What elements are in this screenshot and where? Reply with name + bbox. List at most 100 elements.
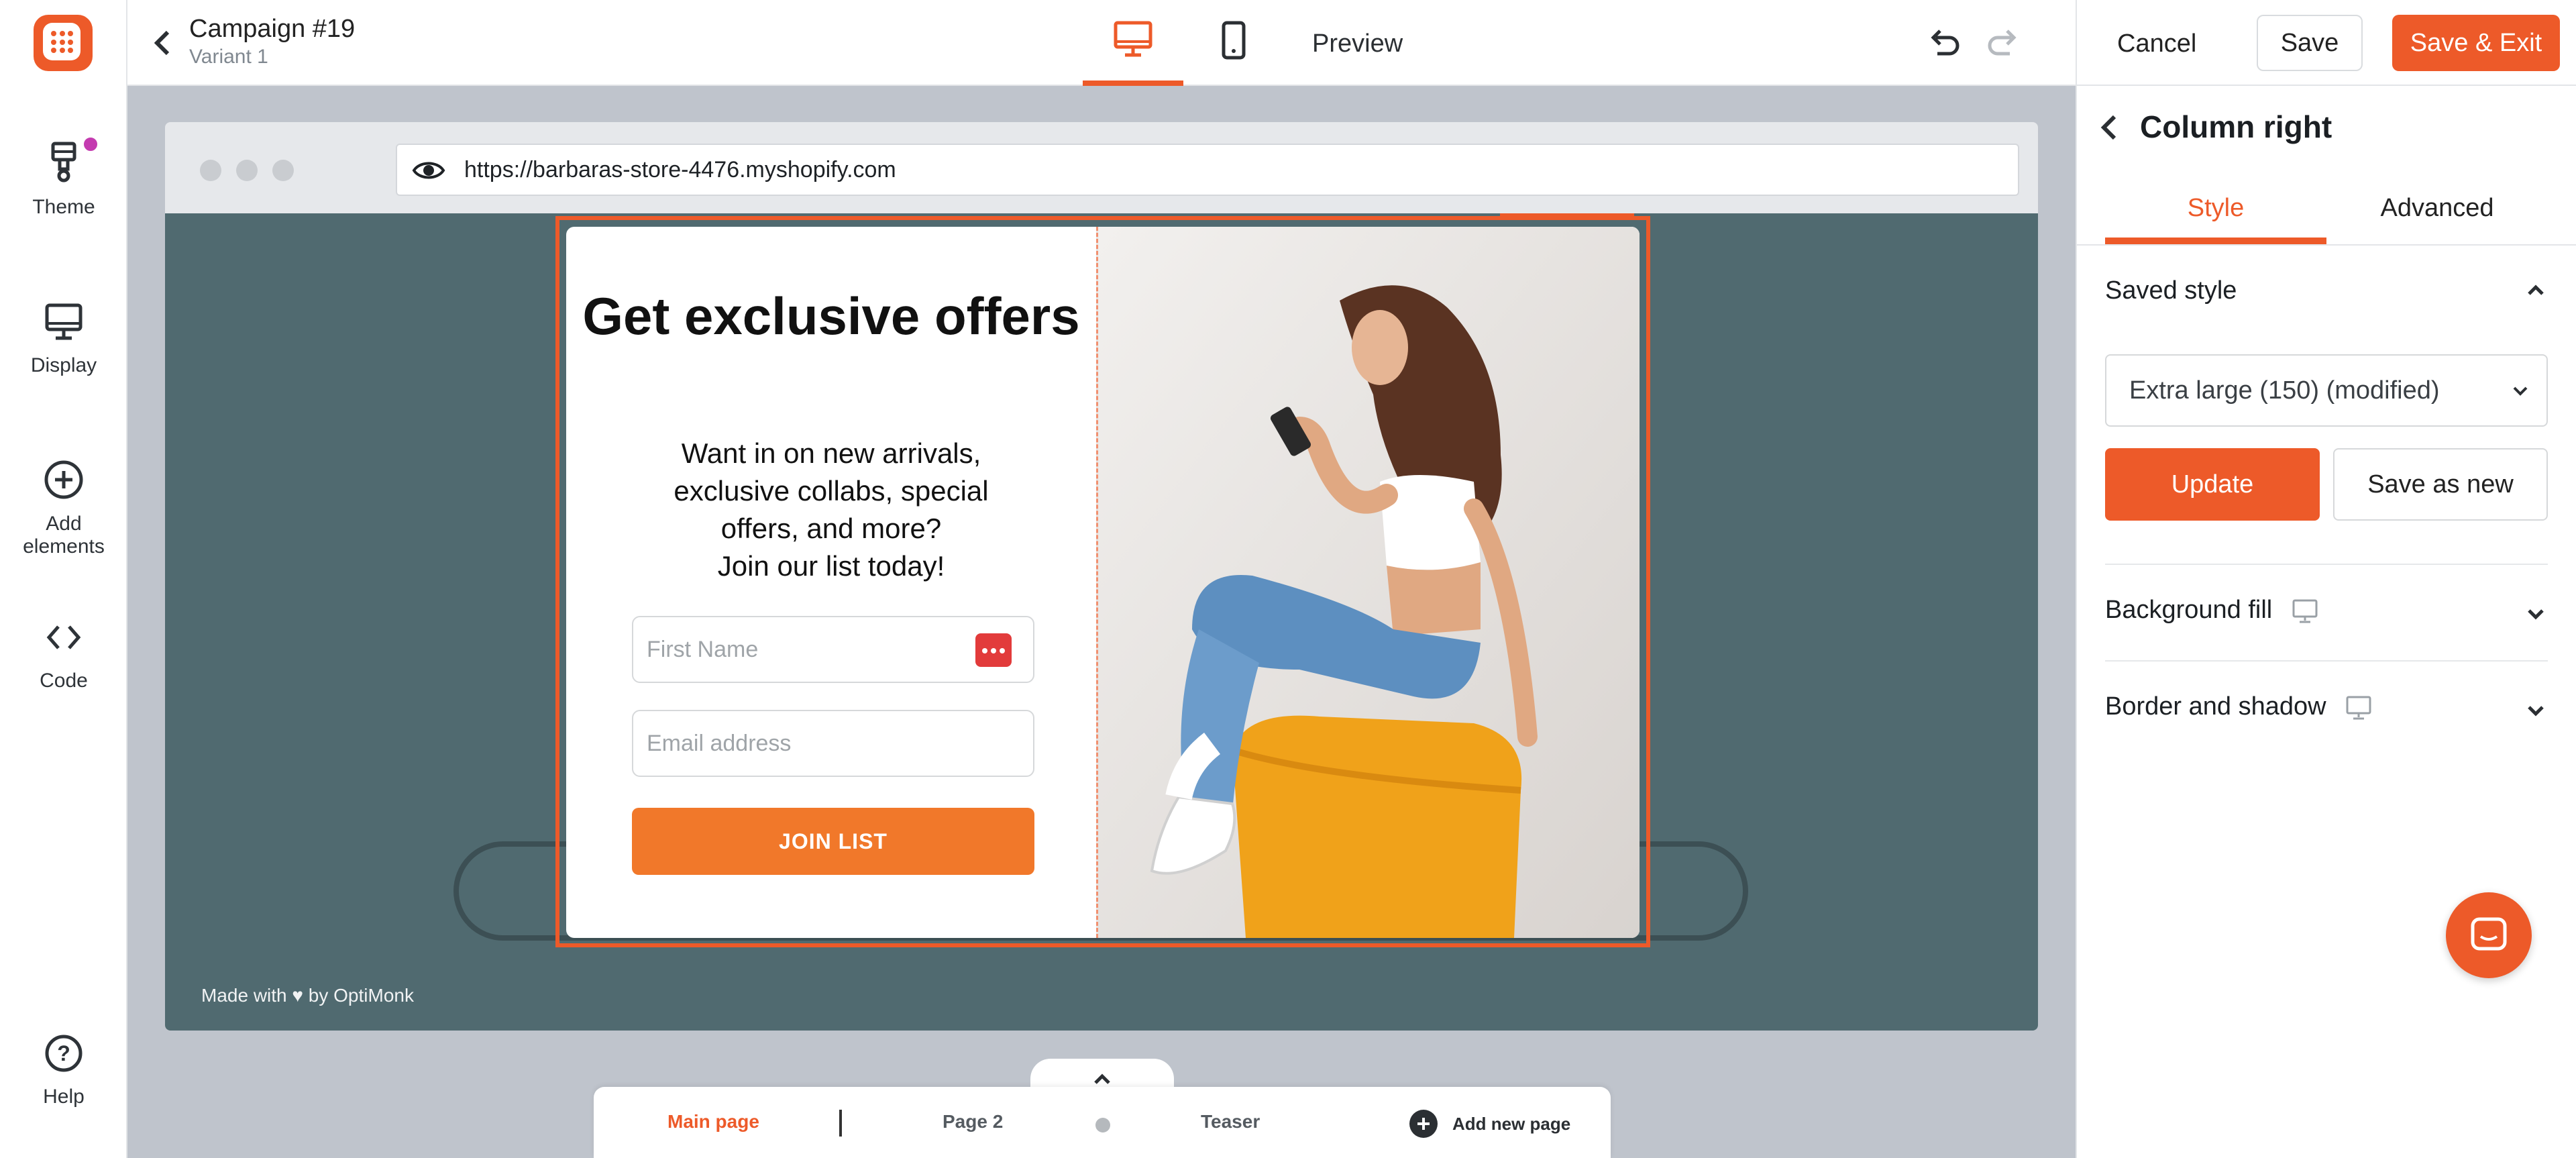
panel-back-button[interactable]	[2097, 113, 2121, 146]
save-exit-button[interactable]: Save & Exit	[2392, 15, 2560, 71]
column-right[interactable]	[1096, 227, 1640, 938]
email-field[interactable]: Email address	[632, 710, 1034, 777]
chat-support-button[interactable]	[2446, 892, 2532, 978]
tab-advanced[interactable]: Advanced	[2326, 188, 2548, 244]
window-dot	[200, 160, 221, 181]
update-button[interactable]: Update	[2105, 448, 2320, 521]
undo-button[interactable]	[1927, 27, 1962, 62]
popup-description-line: offers, and more?	[720, 513, 942, 544]
optimonk-logo-icon[interactable]	[34, 15, 93, 71]
paint-brush-icon	[51, 142, 76, 182]
website-background: Made with ♥ by OptiMonk Get exclusive of…	[165, 213, 2038, 1031]
popup[interactable]: Get exclusive offers Want in on new arri…	[566, 227, 1640, 938]
top-bar: Campaign #19 Variant 1 Preview	[127, 0, 2076, 86]
desktop-icon	[2292, 599, 2318, 623]
popup-description-line: exclusive collabs, special	[674, 475, 989, 507]
made-with-label[interactable]: Made with ♥ by OptiMonk	[201, 985, 414, 1006]
woman-photo	[1098, 227, 1640, 938]
tab-style[interactable]: Style	[2105, 188, 2326, 244]
undo-icon	[1931, 30, 1960, 56]
redo-button[interactable]	[1986, 27, 2021, 62]
sidebar-item-code[interactable]: Code	[0, 617, 127, 692]
popup-description[interactable]: Want in on new arrivals, exclusive colla…	[606, 435, 1056, 585]
popup-description-line: Want in on new arrivals,	[681, 437, 981, 469]
panel-title: Column right	[2140, 109, 2332, 144]
saved-style-section[interactable]: Saved style	[2105, 276, 2548, 305]
campaign-title: Campaign #19	[189, 15, 356, 43]
saved-style-select[interactable]: Extra large (150) (modified)	[2105, 354, 2548, 427]
svg-text:?: ?	[57, 1041, 70, 1065]
cancel-button[interactable]: Cancel	[2117, 16, 2196, 71]
chevron-down-icon	[2528, 609, 2544, 620]
popup-description-line: Join our list today!	[717, 550, 945, 582]
notification-dot	[82, 136, 99, 153]
column-left[interactable]: Get exclusive offers Want in on new arri…	[566, 227, 1096, 938]
window-dot	[272, 160, 294, 181]
browser-preview: https://barbaras-store-4476.myshopify.co…	[165, 122, 2038, 1031]
tab-divider	[2077, 244, 2576, 246]
variant-label: Variant 1	[189, 46, 268, 68]
add-new-page-label: Add new page	[1452, 1113, 1571, 1134]
save-button[interactable]: Save	[2257, 15, 2363, 71]
first-name-placeholder: First Name	[647, 637, 759, 662]
section-divider	[2105, 660, 2548, 662]
sidebar-item-theme[interactable]: Theme	[0, 136, 127, 219]
top-actions: Cancel Save Save & Exit	[2076, 0, 2576, 86]
url-text: https://barbaras-store-4476.myshopify.co…	[464, 157, 896, 182]
selection-tab	[1500, 213, 1634, 220]
popup-title[interactable]: Get exclusive offers	[566, 286, 1096, 346]
mobile-icon	[1222, 21, 1246, 60]
chat-icon	[2471, 917, 2507, 951]
add-new-page-button[interactable]: Add new page	[1409, 1110, 1570, 1138]
code-icon	[46, 625, 81, 649]
sidebar-item-display[interactable]: Display	[0, 302, 127, 377]
join-list-button[interactable]: JOIN LIST	[632, 808, 1034, 875]
page-tabs-bar: Main page Page 2 Teaser Add new page	[594, 1087, 1611, 1158]
sidebar-item-label: Theme	[32, 196, 95, 218]
sidebar-item-add-elements[interactable]: Add elements	[0, 459, 127, 558]
sidebar-item-label: Code	[40, 670, 88, 692]
sidebar-item-help[interactable]: ? Help	[0, 1033, 127, 1108]
tab-page-2[interactable]: Page 2	[943, 1111, 1003, 1133]
monitor-icon	[45, 303, 83, 340]
save-as-new-button[interactable]: Save as new	[2333, 448, 2548, 521]
chevron-left-icon	[154, 30, 170, 56]
back-button[interactable]	[149, 27, 176, 62]
properties-panel: Column right Style Advanced Saved style …	[2076, 86, 2576, 1158]
window-dot	[236, 160, 258, 181]
border-shadow-section[interactable]: Border and shadow	[2105, 692, 2548, 721]
border-shadow-label: Border and shadow	[2105, 692, 2326, 721]
mobile-view-button[interactable]	[1183, 20, 1284, 86]
email-placeholder: Email address	[647, 731, 792, 756]
background-fill-label: Background fill	[2105, 596, 2273, 624]
tab-teaser[interactable]: Teaser	[1201, 1111, 1260, 1133]
chevron-down-icon	[2513, 386, 2528, 396]
page-connector-dot	[1095, 1118, 1110, 1133]
background-fill-section[interactable]: Background fill	[2105, 596, 2548, 625]
chevron-up-icon	[2528, 284, 2544, 295]
desktop-icon	[1114, 21, 1152, 57]
sidebar-item-label: Help	[43, 1086, 85, 1108]
plus-icon	[1409, 1110, 1438, 1138]
help-icon: ?	[45, 1035, 83, 1072]
left-sidebar: Theme Display Add elements Code ? Help	[0, 0, 127, 1158]
section-divider	[2105, 564, 2548, 565]
saved-style-value: Extra large (150) (modified)	[2129, 376, 2440, 405]
tab-divider	[839, 1110, 842, 1137]
redo-icon	[1988, 30, 2017, 56]
saved-style-label: Saved style	[2105, 276, 2237, 305]
chevron-left-icon	[2100, 115, 2116, 140]
chevron-down-icon	[2528, 706, 2544, 717]
tab-main-page[interactable]: Main page	[667, 1111, 759, 1133]
plus-circle-icon	[44, 460, 83, 499]
sidebar-item-label: Add elements	[23, 513, 105, 558]
editor-canvas: https://barbaras-store-4476.myshopify.co…	[127, 87, 2076, 1158]
preview-button[interactable]: Preview	[1312, 30, 1403, 58]
url-bar: https://barbaras-store-4476.myshopify.co…	[396, 144, 2019, 196]
sidebar-item-label: Display	[30, 354, 97, 376]
desktop-view-button[interactable]	[1083, 20, 1183, 86]
first-name-field[interactable]: First Name	[632, 616, 1034, 683]
desktop-icon	[2346, 696, 2371, 720]
eye-icon	[412, 162, 445, 179]
password-manager-icon[interactable]	[975, 633, 1012, 667]
